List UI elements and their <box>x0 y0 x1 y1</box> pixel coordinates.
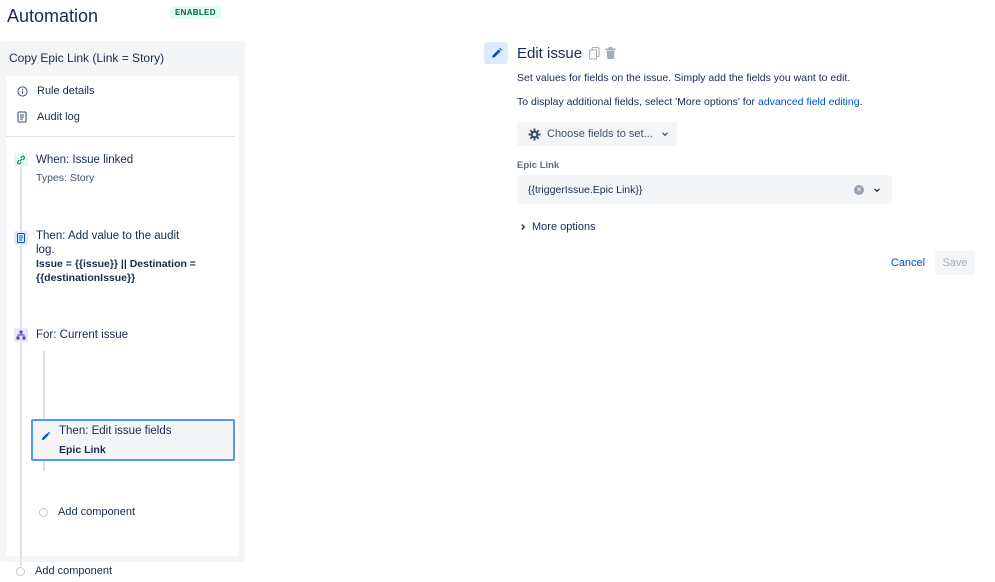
branch-step[interactable]: For: Current issue <box>14 328 128 342</box>
editor-header: Edit issue <box>484 42 616 64</box>
cancel-button[interactable]: Cancel <box>884 252 932 274</box>
timeline-line <box>20 166 22 566</box>
trash-icon[interactable] <box>604 46 616 60</box>
epic-link-value: {{triggerIssue.Epic Link}} <box>528 183 643 196</box>
app-title: Automation <box>7 5 99 26</box>
editor-additional-info: To display additional fields, select 'Mo… <box>517 96 862 108</box>
advanced-field-editing-link[interactable]: advanced field editing <box>758 96 860 108</box>
pencil-icon <box>38 429 52 443</box>
audit-log-link[interactable]: Audit log <box>16 109 80 125</box>
gear-icon <box>527 127 541 141</box>
add-dot-icon <box>16 566 25 576</box>
clear-icon[interactable]: ✕ <box>854 184 864 195</box>
audit-detail-line2: {{destinationIssue}} <box>36 272 136 284</box>
edit-step-title: Then: Edit issue fields <box>59 425 172 437</box>
add-component-root-label: Add component <box>35 565 113 577</box>
choose-fields-label: Choose fields to set... <box>547 128 653 140</box>
chevron-right-icon <box>519 223 527 231</box>
add-component-branch[interactable]: Add component <box>39 506 135 518</box>
add-component-root[interactable]: Add component <box>16 565 112 577</box>
edit-issue-step[interactable]: Then: Edit issue fields Epic Link <box>31 419 235 461</box>
copy-icon[interactable] <box>588 46 600 60</box>
rule-name: Copy Epic Link (Link = Story) <box>9 51 165 65</box>
audit-log-label: Audit log <box>37 111 80 123</box>
epic-link-field[interactable]: {{triggerIssue.Epic Link}} ✕ <box>517 175 892 204</box>
rule-panel: Copy Epic Link (Link = Story) Rule detai… <box>0 41 245 577</box>
trigger-title: When: Issue linked <box>36 154 134 166</box>
document-icon <box>16 111 28 123</box>
additional-info-suffix: . <box>859 96 863 108</box>
more-options-toggle[interactable]: More options <box>519 221 596 233</box>
link-icon <box>14 153 28 167</box>
audit-title-line2: log. <box>36 244 55 256</box>
edit-step-subtitle: Epic Link <box>59 444 106 456</box>
status-badge: ENABLED <box>170 6 221 19</box>
audit-detail-line1: Issue = {{issue}} || Destination = <box>36 258 196 270</box>
audit-title-line1: Then: Add value to the audit <box>36 230 180 242</box>
chevron-down-icon <box>661 130 669 138</box>
trigger-step[interactable]: When: Issue linked Types: Story <box>14 153 133 184</box>
audit-step[interactable]: Then: Add value to the audit log. Issue … <box>14 229 196 285</box>
epic-link-label: Epic Link <box>517 160 560 171</box>
editor-description: Set values for fields on the issue. Simp… <box>517 72 851 84</box>
editor-title: Edit issue <box>517 44 583 62</box>
more-options-label: More options <box>532 221 596 233</box>
divider <box>6 136 235 137</box>
info-icon <box>16 85 28 97</box>
rule-details-link[interactable]: Rule details <box>16 83 94 99</box>
add-component-branch-label: Add component <box>58 506 136 518</box>
rule-details-label: Rule details <box>37 85 95 97</box>
branch-icon <box>14 328 28 342</box>
choose-fields-button[interactable]: Choose fields to set... <box>517 122 677 146</box>
trigger-subtitle: Types: Story <box>36 172 95 184</box>
branch-title: For: Current issue <box>36 329 129 341</box>
page-header: Automation <box>7 4 98 28</box>
pencil-icon <box>484 42 508 64</box>
save-button[interactable]: Save <box>935 251 975 275</box>
audit-log-icon <box>14 231 28 245</box>
chevron-down-icon[interactable] <box>872 185 882 195</box>
rule-card: Rule details Audit log When: Issue linke… <box>6 76 239 577</box>
add-dot-icon <box>39 507 48 517</box>
additional-info-text: To display additional fields, select 'Mo… <box>517 96 756 108</box>
